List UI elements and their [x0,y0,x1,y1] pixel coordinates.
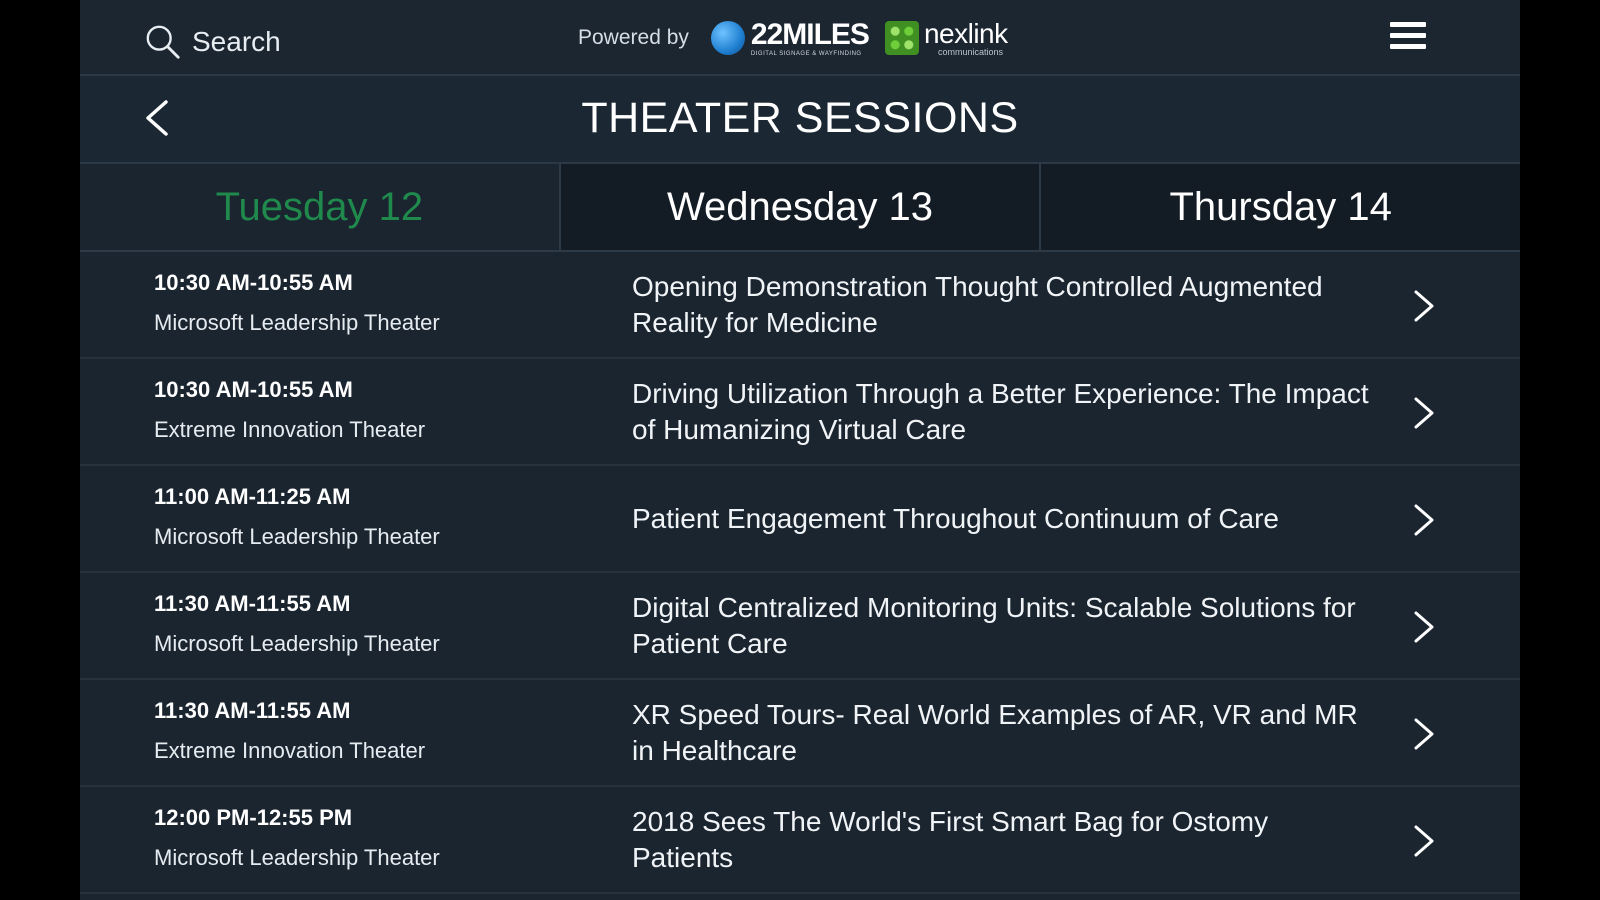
powered-by-text: Powered by [578,26,689,49]
22miles-logo-text: 22MILES [750,17,870,51]
search-button[interactable]: Search [144,22,281,62]
22miles-logo-mark [710,21,745,55]
session-time: 11:30 AM-11:55 AM [154,698,351,723]
session-title: Driving Utilization Through a Better Exp… [632,377,1369,445]
chevron-right-icon [1408,500,1438,540]
session-venue: Extreme Innovation Theater [154,738,426,763]
hamburger-menu-icon[interactable] [1390,22,1426,58]
nexlink-logo-tagline: communications [937,46,1003,57]
22miles-logo: 22MILES DIGITAL SIGNAGE & WAYFINDING [710,17,870,57]
session-row[interactable]: 12:00 PM-12:55 PM Microsoft Leadership T… [80,787,1520,894]
tab-thursday-14[interactable]: Thursday 14 [1039,164,1520,250]
session-row[interactable]: 10:30 AM-10:55 AM Microsoft Leadership T… [80,252,1520,359]
nexlink-logo-mark [884,21,919,55]
tab-tuesday-12[interactable]: Tuesday 12 [80,164,559,250]
session-venue: Extreme Innovation Theater [154,417,426,442]
session-title: Opening Demonstration Thought Controlled… [632,270,1323,338]
day-tabs: Tuesday 12 Wednesday 13 Thursday 14 [80,164,1520,252]
top-bar: Search Powered by 22MILES DIGITAL SIGNAG… [80,0,1520,76]
session-row[interactable]: 11:30 AM-11:55 AM Microsoft Leadership T… [80,573,1520,680]
nexlink-logo-text: nexlink [923,17,1008,49]
22miles-logo-tagline: DIGITAL SIGNAGE & WAYFINDING [750,50,862,57]
session-venue: Microsoft Leadership Theater [154,631,440,656]
session-time: 10:30 AM-10:55 AM [154,270,353,295]
session-venue: Microsoft Leadership Theater [154,310,440,335]
sponsor-logos: Powered by 22MILES DIGITAL SIGNAGE & WAY… [578,18,1008,58]
tab-wednesday-13[interactable]: Wednesday 13 [558,164,1040,250]
title-bar: THEATER SESSIONS [80,76,1520,164]
session-time: 11:00 AM-11:25 AM [154,484,351,509]
chevron-right-icon [1408,821,1438,861]
session-title: Digital Centralized Monitoring Units: Sc… [632,591,1356,659]
session-row[interactable]: 11:30 AM-11:55 AM Extreme Innovation The… [80,680,1520,787]
app-frame: Search Powered by 22MILES DIGITAL SIGNAG… [80,0,1520,900]
chevron-right-icon [1408,607,1438,647]
session-row[interactable]: 11:00 AM-11:25 AM Microsoft Leadership T… [80,466,1520,573]
chevron-right-icon [1408,286,1438,326]
page-title: THEATER SESSIONS [581,94,1019,142]
session-list: 10:30 AM-10:55 AM Microsoft Leadership T… [80,252,1520,894]
session-time: 10:30 AM-10:55 AM [154,377,353,402]
session-title: 2018 Sees The World's First Smart Bag fo… [632,805,1269,873]
session-venue: Microsoft Leadership Theater [154,524,440,549]
session-title: XR Speed Tours- Real World Examples of A… [632,698,1358,766]
session-time: 11:30 AM-11:55 AM [154,591,351,616]
search-label: Search [192,26,281,57]
search-icon [146,25,180,59]
session-time: 12:00 PM-12:55 PM [154,805,353,830]
chevron-right-icon [1408,714,1438,754]
session-row[interactable]: 10:30 AM-10:55 AM Extreme Innovation The… [80,359,1520,466]
nexlink-logo: nexlink communications [884,17,1008,57]
session-title: Patient Engagement Throughout Continuum … [632,502,1280,534]
session-venue: Microsoft Leadership Theater [154,845,440,870]
chevron-right-icon [1408,393,1438,433]
